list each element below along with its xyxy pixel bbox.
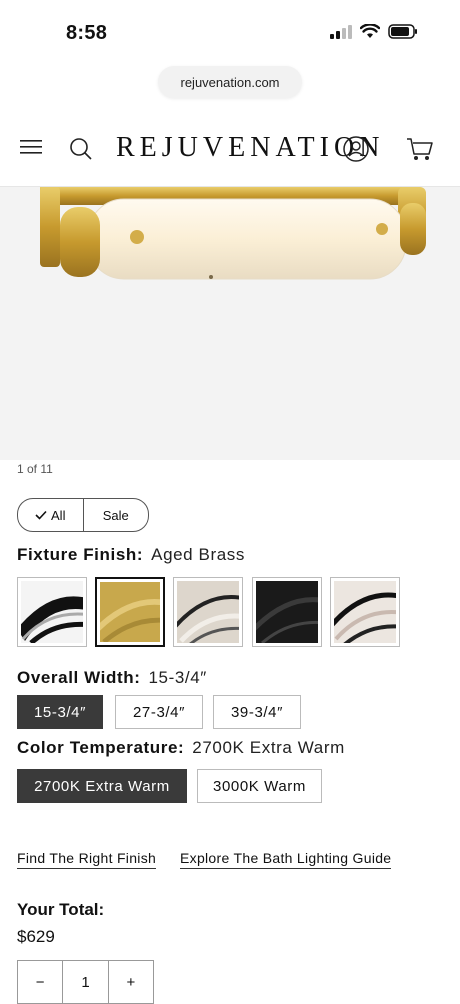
color-temp-option-3000k[interactable]: 3000K Warm — [197, 769, 322, 803]
finish-value: Aged Brass — [151, 545, 246, 564]
swatch-polished-nickel-alt[interactable] — [330, 577, 400, 647]
filter-sale-label: Sale — [102, 507, 129, 523]
bath-lighting-guide-link[interactable]: Explore The Bath Lighting Guide — [180, 850, 392, 869]
status-icons — [330, 24, 418, 39]
cellular-signal-icon — [330, 24, 352, 39]
width-value: 15-3/4″ — [148, 668, 207, 687]
product-image[interactable] — [0, 187, 460, 460]
width-option-27-3-4[interactable]: 27-3/4″ — [115, 695, 203, 729]
wifi-icon — [360, 24, 380, 38]
swatch-polished-nickel[interactable] — [17, 577, 87, 647]
swatch-satin-nickel-image — [177, 581, 239, 643]
filter-toggle: All Sale — [17, 498, 149, 532]
color-temp-label-row: Color Temperature: 2700K Extra Warm — [17, 738, 345, 758]
swatch-polished-nickel-image — [21, 581, 83, 643]
checkmark-icon — [35, 510, 47, 520]
filter-all-button[interactable]: All — [18, 499, 83, 531]
find-finish-link[interactable]: Find The Right Finish — [17, 850, 157, 869]
quantity-decrease-button[interactable]: − — [18, 961, 62, 1003]
swatch-matte-black[interactable] — [252, 577, 322, 647]
account-icon[interactable] — [343, 136, 369, 162]
swatch-polished-nickel-alt-image — [334, 581, 396, 643]
address-bar[interactable]: rejuvenation.com — [158, 66, 302, 98]
swatch-matte-black-image — [256, 581, 318, 643]
search-icon[interactable] — [69, 137, 93, 161]
status-time: 8:58 — [66, 22, 108, 44]
width-label: Overall Width: — [17, 668, 141, 687]
filter-sale-button[interactable]: Sale — [82, 499, 149, 531]
swatch-satin-nickel[interactable] — [173, 577, 243, 647]
color-temp-label: Color Temperature: — [17, 738, 185, 757]
filter-all-label: All — [51, 507, 66, 523]
swatch-aged-brass-image — [100, 582, 160, 642]
cart-icon[interactable] — [406, 136, 434, 162]
quantity-stepper: − 1 + — [17, 960, 154, 1004]
width-option-39-3-4[interactable]: 39-3/4″ — [213, 695, 301, 729]
color-temp-value: 2700K Extra Warm — [192, 738, 345, 757]
quantity-value[interactable]: 1 — [62, 961, 107, 1003]
hamburger-menu-icon[interactable] — [20, 139, 42, 155]
total-price: $629 — [17, 927, 55, 946]
finish-label: Fixture Finish: — [17, 545, 144, 564]
width-label-row: Overall Width: 15-3/4″ — [17, 668, 207, 688]
swatch-aged-brass[interactable] — [95, 577, 165, 647]
finish-label-row: Fixture Finish: Aged Brass — [17, 545, 245, 565]
sconce-illustration — [0, 187, 460, 460]
color-temp-option-2700k[interactable]: 2700K Extra Warm — [17, 769, 187, 803]
image-counter: 1 of 11 — [17, 462, 53, 476]
quantity-increase-button[interactable]: + — [107, 961, 153, 1003]
total-label: Your Total: — [17, 900, 105, 919]
battery-icon — [388, 24, 417, 39]
width-option-15-3-4[interactable]: 15-3/4″ — [17, 695, 103, 729]
url-text: rejuvenation.com — [180, 74, 280, 90]
